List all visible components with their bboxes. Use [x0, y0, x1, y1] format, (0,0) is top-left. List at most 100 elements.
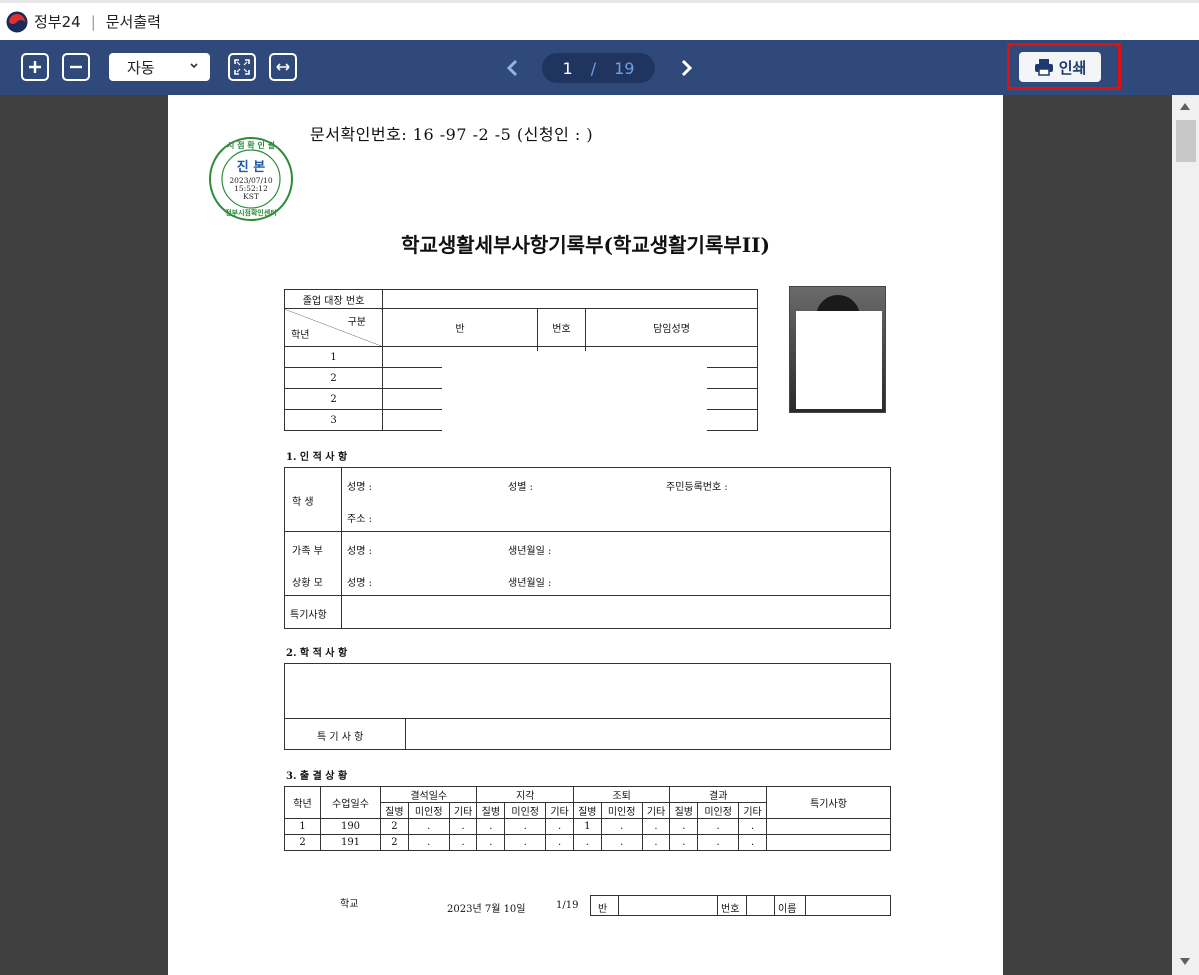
footer-box [590, 895, 891, 916]
minus-icon [70, 65, 82, 69]
section3-heading: 3. 출 결 상 황 [286, 771, 348, 782]
sec1-special-label: 특기사항 [290, 610, 327, 621]
fit-width-icon [276, 63, 290, 71]
sub-header: 미인정 [697, 802, 740, 819]
page-total: 19 [614, 58, 635, 78]
scrollbar-thumb[interactable] [1176, 120, 1196, 162]
page-indicator: 1 / 19 [542, 53, 655, 83]
document-title: 학교생활세부사항기록부(학교생활기록부II) [401, 233, 770, 257]
gov24-logo-icon [6, 11, 28, 32]
title-separator: | [90, 12, 96, 31]
h-group-result: 결과 [669, 786, 767, 803]
page-separator: / [590, 58, 597, 78]
photo-redaction [796, 311, 882, 409]
sub-header: 미인정 [504, 802, 547, 819]
col-number-header: 번호 [537, 308, 586, 347]
seal-bottom-text: 정부시점확인센터 [225, 208, 277, 217]
footer-number-label: 번호 [721, 904, 740, 915]
vertical-scrollbar[interactable] [1172, 95, 1199, 975]
next-page-button[interactable] [676, 57, 696, 79]
h-special: 특기사항 [766, 786, 891, 819]
grade-cell: 1 [284, 346, 383, 368]
zoom-select-value: 자동 [127, 58, 155, 77]
fit-page-button[interactable] [228, 53, 256, 81]
scroll-up-arrow-icon[interactable] [1180, 103, 1190, 110]
family-bottom-label: 상황 모 [292, 578, 323, 589]
sub-header: 질병 [669, 802, 699, 819]
fit-page-icon [234, 59, 250, 75]
sub-header: 기타 [738, 802, 767, 819]
col-teacher-header: 담임성명 [585, 308, 758, 347]
grade-cell: 2 [284, 388, 383, 410]
sub-header: 기타 [448, 802, 478, 819]
diag-bottom-label: 학년 [291, 330, 310, 341]
sub-header: 질병 [572, 802, 602, 819]
footer-date: 2023년 7월 10일 [447, 904, 526, 915]
sub-header: 미인정 [407, 802, 450, 819]
sub-header: 기타 [641, 802, 671, 819]
scroll-down-arrow-icon[interactable] [1180, 958, 1190, 965]
school-record-box [284, 663, 891, 750]
student-label: 학 생 [292, 497, 314, 508]
h-group-absence: 결석일수 [379, 786, 478, 803]
attendance-table: 학년 수업일수 결석일수 지각 조퇴 결과 특기사항 질병 미인정 기타 질병 미인정… [284, 786, 891, 851]
seal-top-text: 시 점 확 인 필 [227, 140, 275, 150]
footer-page: 1/19 [556, 900, 579, 911]
table-row: 2 191 2.. ... ... ... [284, 834, 891, 851]
sub-header: 기타 [545, 802, 574, 819]
table-row: 1 190 2.. ... 1.. ... [284, 818, 891, 835]
student-name-label: 성명 : [347, 482, 372, 493]
title-bar: 정부24 | 문서출력 [0, 0, 1199, 40]
section1-heading: 1. 인 적 사 항 [286, 452, 348, 463]
seal-timezone: KST [243, 192, 259, 201]
printer-icon [1034, 59, 1053, 76]
gender-label: 성별 : [508, 482, 533, 493]
grade-cell: 2 [284, 367, 383, 389]
address-label: 주소 : [347, 514, 372, 525]
graduation-number-label: 졸업 대장 번호 [284, 289, 383, 309]
diag-top-label: 구분 [347, 317, 366, 328]
print-button[interactable]: 인쇄 [1019, 52, 1101, 82]
footer-class-label: 반 [598, 904, 608, 915]
sub-header: 미인정 [600, 802, 643, 819]
h-group-late: 지각 [476, 786, 574, 803]
mother-birth-label: 생년월일 : [508, 578, 552, 589]
footer-name-label: 이름 [778, 904, 797, 915]
father-name-label: 성명 : [347, 546, 372, 557]
print-label: 인쇄 [1058, 58, 1087, 77]
section2-heading: 2. 학 적 사 항 [286, 648, 348, 659]
graduation-number-cell [382, 289, 758, 309]
plus-icon [29, 61, 41, 73]
h-grade: 학년 [284, 786, 321, 819]
zoom-in-button[interactable] [21, 53, 49, 81]
col-class-header: 반 [382, 308, 538, 347]
mother-name-label: 성명 : [347, 578, 372, 589]
document-page: 문서확인번호: 16 -97 -2 -5 (신청인 : ) 시 점 확 인 필 … [168, 95, 1003, 975]
grade-cell: 3 [284, 409, 383, 431]
seal-center-text: 진 본 [237, 159, 265, 175]
fit-width-button[interactable] [269, 53, 297, 81]
verification-seal-icon: 시 점 확 인 필 진 본 2023/07/10 15:52:12 KST 정부… [209, 137, 293, 221]
family-top-label: 가족 부 [292, 546, 323, 557]
rrn-label: 주민등록번호 : [666, 482, 728, 493]
personal-info-box [284, 467, 891, 629]
chevron-down-icon [190, 63, 198, 69]
window-title: 문서출력 [105, 13, 161, 31]
zoom-select[interactable]: 자동 [109, 53, 210, 81]
footer-school: 학교 [340, 899, 359, 910]
sec2-special-label: 특 기 사 항 [317, 732, 364, 743]
student-photo [789, 286, 886, 413]
sub-header: 질병 [476, 802, 506, 819]
app-name: 정부24 [34, 13, 81, 31]
redaction-block [442, 351, 707, 431]
page-current[interactable]: 1 [563, 59, 573, 78]
zoom-out-button[interactable] [62, 53, 90, 81]
h-group-early: 조퇴 [572, 786, 671, 803]
prev-page-button[interactable] [503, 57, 523, 79]
father-birth-label: 생년월일 : [508, 546, 552, 557]
page-footer: 학교 [340, 895, 358, 910]
document-number-line: 문서확인번호: 16 -97 -2 -5 (신청인 : ) [310, 125, 594, 144]
h-days: 수업일수 [320, 786, 381, 819]
diagonal-header-cell: 구분 학년 [284, 308, 383, 347]
sub-header: 질병 [380, 802, 409, 819]
